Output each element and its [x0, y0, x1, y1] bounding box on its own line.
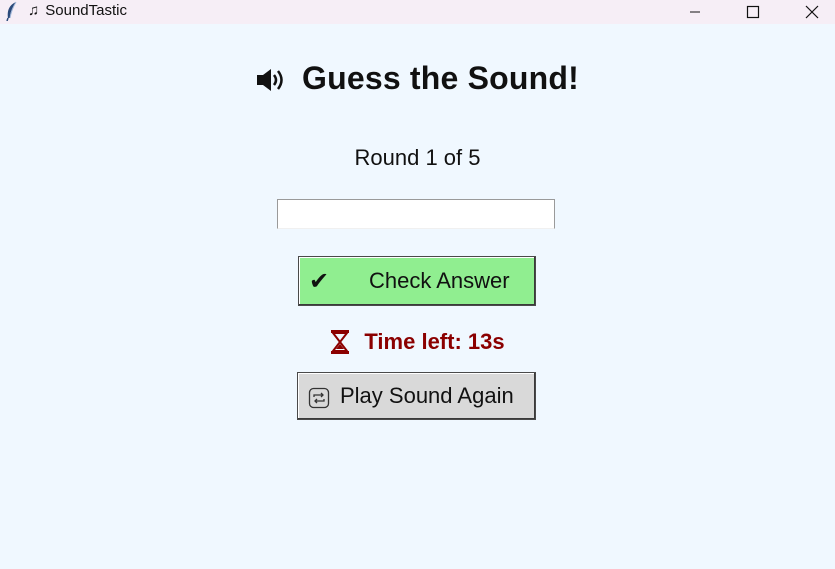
page-title: Guess the Sound! [302, 59, 579, 96]
minimize-icon [690, 11, 700, 13]
window-title: ♫ SoundTastic [28, 2, 127, 20]
hourglass-icon [331, 330, 350, 354]
repeat-icon [308, 387, 330, 408]
music-note-icon: ♫ [28, 2, 40, 19]
feather-icon [6, 1, 17, 21]
checkmark-icon: ✔ [309, 267, 330, 295]
close-icon [805, 5, 819, 19]
play-sound-again-button[interactable]: Play Sound Again [297, 372, 536, 420]
minimize-button[interactable] [672, 0, 718, 24]
close-button[interactable] [789, 0, 835, 24]
check-answer-label: Check Answer [369, 268, 510, 293]
title-bar[interactable]: ♫ SoundTastic [0, 0, 835, 24]
play-sound-again-label: Play Sound Again [340, 383, 514, 408]
window-title-label: SoundTastic [45, 2, 127, 19]
answer-input[interactable] [277, 199, 555, 229]
timer-text: Time left: 13s [364, 329, 505, 354]
game-heading: Guess the Sound! [0, 58, 835, 98]
app-window: ♫ SoundTastic Guess the Sound! Round 1 o… [0, 0, 835, 569]
check-answer-button[interactable]: ✔ Check Answer [298, 256, 536, 306]
timer: Time left: 13s [0, 326, 835, 358]
maximize-button[interactable] [730, 0, 776, 24]
maximize-icon [746, 5, 760, 19]
speaker-icon [257, 69, 283, 91]
round-indicator: Round 1 of 5 [354, 145, 481, 170]
